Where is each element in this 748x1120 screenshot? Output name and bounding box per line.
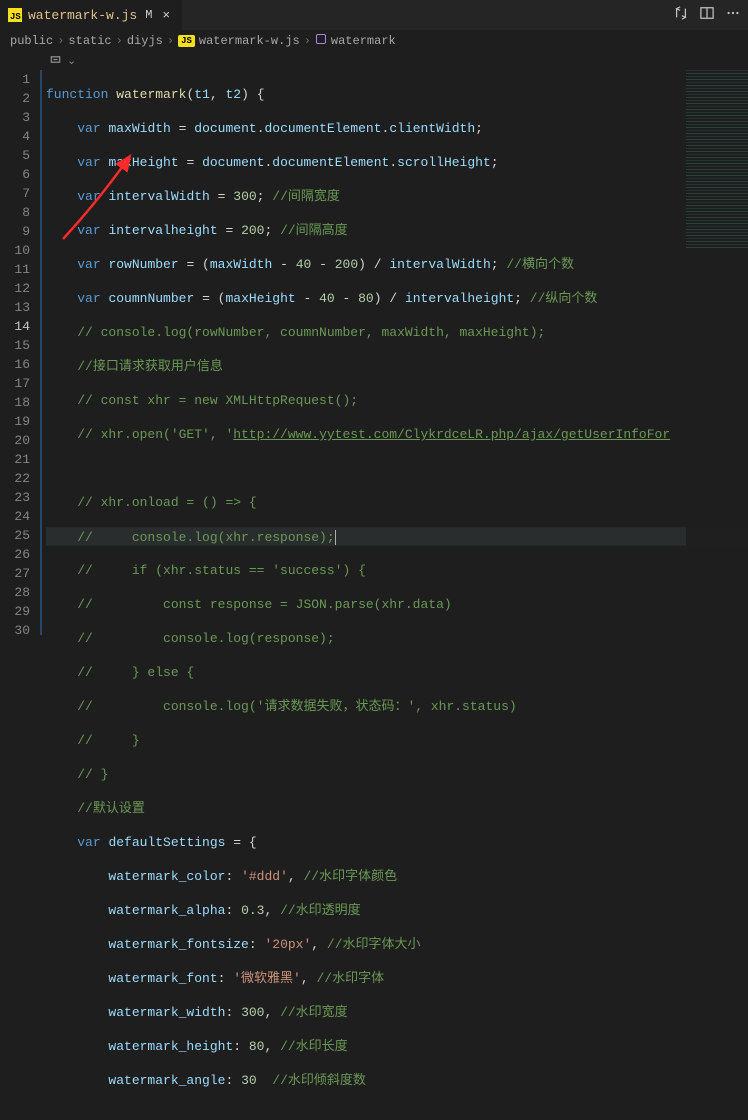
minimap[interactable]	[686, 70, 748, 630]
breadcrumb-item[interactable]: watermark-w.js	[199, 34, 300, 48]
line-number: 28	[0, 583, 30, 602]
line-number: 26	[0, 545, 30, 564]
line-number: 19	[0, 412, 30, 431]
code-line[interactable]: var intervalheight = 200; //间隔高度	[46, 221, 748, 240]
code-line[interactable]: var maxHeight = document.documentElement…	[46, 153, 748, 172]
compare-icon[interactable]	[674, 6, 688, 24]
minimap-content	[686, 70, 748, 250]
code-line[interactable]: var coumnNumber = (maxHeight - 40 - 80) …	[46, 289, 748, 308]
code-line[interactable]: // }	[46, 731, 748, 750]
code-line[interactable]: // if (xhr.status == 'success') {	[46, 561, 748, 580]
code-line[interactable]: watermark_fontsize: '20px', //水印字体大小	[46, 935, 748, 954]
tab-label: watermark-w.js	[28, 8, 137, 23]
line-number: 12	[0, 279, 30, 298]
chevron-right-icon: ›	[57, 34, 64, 48]
breadcrumb-item[interactable]: static	[68, 34, 111, 48]
breadcrumb-symbol[interactable]: watermark	[331, 34, 396, 48]
code-line[interactable]: // }	[46, 765, 748, 784]
line-number: 2	[0, 89, 30, 108]
code-line[interactable]: //接口请求获取用户信息	[46, 357, 748, 376]
code-line[interactable]: var maxWidth = document.documentElement.…	[46, 119, 748, 138]
code-line[interactable]: var intervalWidth = 300; //间隔宽度	[46, 187, 748, 206]
code-line[interactable]: watermark_color: '#ddd', //水印字体颜色	[46, 867, 748, 886]
line-number: 30	[0, 621, 30, 640]
symbol-icon	[315, 33, 327, 49]
line-number: 17	[0, 374, 30, 393]
code-line[interactable]: // console.log(xhr.response);	[46, 527, 748, 546]
line-number: 5	[0, 146, 30, 165]
split-editor-icon[interactable]	[700, 6, 714, 24]
code-line[interactable]: // const xhr = new XMLHttpRequest();	[46, 391, 748, 410]
line-number: 23	[0, 488, 30, 507]
line-number: 24	[0, 507, 30, 526]
code-line[interactable]	[46, 459, 748, 478]
code-line[interactable]: watermark_width: 300, //水印宽度	[46, 1003, 748, 1022]
line-number: 29	[0, 602, 30, 621]
line-number: 3	[0, 108, 30, 127]
code-area[interactable]: function watermark(t1, t2) { var maxWidt…	[42, 70, 748, 635]
code-line[interactable]: watermark_height: 80, //水印长度	[46, 1037, 748, 1056]
code-fold-bar: ⌄	[0, 52, 748, 70]
code-line[interactable]: var defaultSettings = {	[46, 833, 748, 852]
line-number: 25	[0, 526, 30, 545]
text-cursor	[335, 530, 336, 545]
js-file-icon: JS	[8, 8, 22, 22]
line-number: 7	[0, 184, 30, 203]
line-number: 1	[0, 70, 30, 89]
code-line[interactable]: //默认设置	[46, 799, 748, 818]
close-icon[interactable]: ×	[158, 8, 174, 23]
code-line[interactable]: var rowNumber = (maxWidth - 40 - 200) / …	[46, 255, 748, 274]
code-line[interactable]: watermark_font: '微软雅黑', //水印字体	[46, 969, 748, 988]
line-number: 20	[0, 431, 30, 450]
line-number: 11	[0, 260, 30, 279]
line-number: 10	[0, 241, 30, 260]
line-number: 21	[0, 450, 30, 469]
tab-file[interactable]: JS watermark-w.js M ×	[0, 0, 183, 30]
line-number: 15	[0, 336, 30, 355]
tab-modified-badge: M	[145, 8, 152, 22]
code-line[interactable]: watermark_angle: 30 //水印倾斜度数	[46, 1071, 748, 1090]
line-number: 18	[0, 393, 30, 412]
svg-text:JS: JS	[10, 12, 21, 22]
tab-bar: JS watermark-w.js M ×	[0, 0, 748, 30]
code-line[interactable]: // const response = JSON.parse(xhr.data)	[46, 595, 748, 614]
code-line[interactable]: // xhr.open('GET', 'http://www.yytest.co…	[46, 425, 748, 444]
breadcrumb[interactable]: public › static › diyjs › JS watermark-w…	[0, 30, 748, 52]
line-number: 27	[0, 564, 30, 583]
collapse-icon[interactable]	[50, 54, 61, 69]
code-line[interactable]: function watermark(t1, t2) {	[46, 85, 748, 104]
line-number: 6	[0, 165, 30, 184]
line-number: 14	[0, 317, 30, 336]
code-line[interactable]: // console.log('请求数据失败，状态码：', xhr.status…	[46, 697, 748, 716]
breadcrumb-item[interactable]: diyjs	[127, 34, 163, 48]
line-number: 13	[0, 298, 30, 317]
chevron-right-icon: ›	[304, 34, 311, 48]
line-number: 4	[0, 127, 30, 146]
breadcrumb-item[interactable]: public	[10, 34, 53, 48]
code-line[interactable]: // console.log(response);	[46, 629, 748, 648]
line-number: 16	[0, 355, 30, 374]
code-line[interactable]: // } else {	[46, 663, 748, 682]
chevron-down-icon[interactable]: ⌄	[67, 54, 76, 68]
more-icon[interactable]	[726, 6, 740, 24]
code-line[interactable]: // console.log(rowNumber, coumnNumber, m…	[46, 323, 748, 342]
line-gutter: 1 2 3 4 5 6 7 8 9 10 11 12 13 14 15 16 1…	[0, 70, 40, 635]
chevron-right-icon: ›	[167, 34, 174, 48]
line-number: 8	[0, 203, 30, 222]
line-number: 22	[0, 469, 30, 488]
chevron-right-icon: ›	[116, 34, 123, 48]
line-number: 9	[0, 222, 30, 241]
code-line[interactable]: watermark_alpha: 0.3, //水印透明度	[46, 901, 748, 920]
code-editor[interactable]: 1 2 3 4 5 6 7 8 9 10 11 12 13 14 15 16 1…	[0, 70, 748, 635]
code-line[interactable]: // xhr.onload = () => {	[46, 493, 748, 512]
js-file-icon: JS	[178, 35, 195, 47]
editor-actions	[674, 6, 740, 24]
